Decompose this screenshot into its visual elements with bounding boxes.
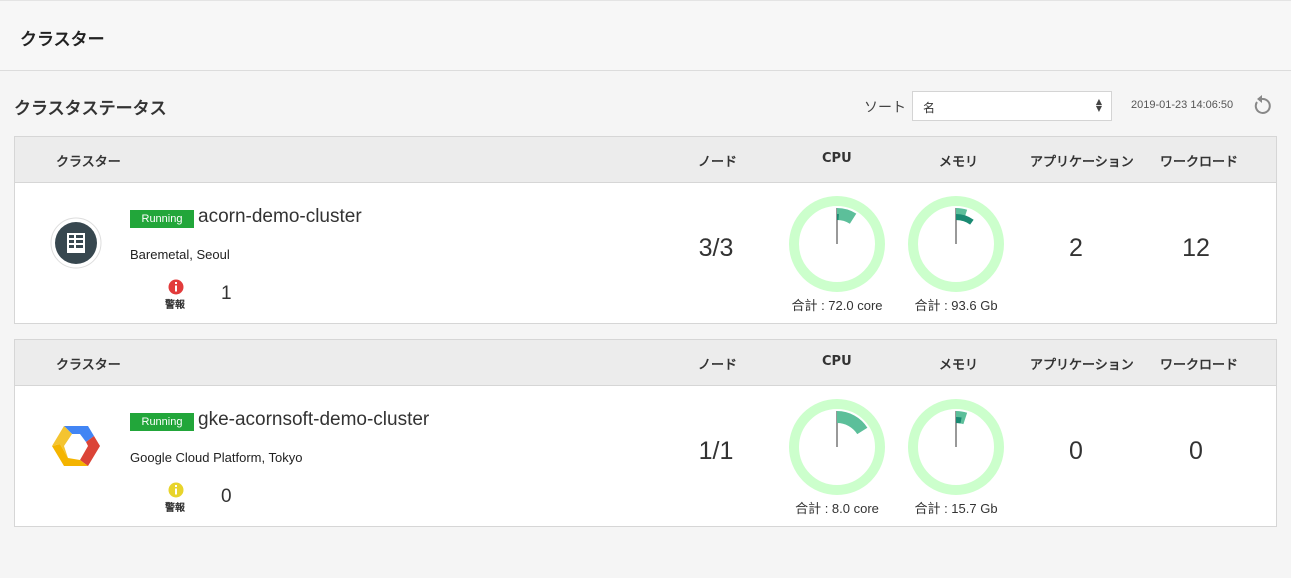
- cpu-total-caption: 合計 : 8.0 core: [795, 501, 879, 516]
- page-title: クラスター: [20, 30, 105, 50]
- page-header: クラスター: [0, 0, 1291, 71]
- memory-gauge: [908, 196, 1004, 292]
- workload-count: 0: [1189, 437, 1203, 465]
- cluster-table-header: クラスター ノード CPU メモリ アプリケーション ワークロード: [15, 137, 1276, 183]
- column-header-application: アプリケーション: [1030, 358, 1134, 373]
- gauge-primary-arc: [837, 208, 857, 224]
- workload-count: 12: [1182, 234, 1210, 262]
- column-header-cpu: CPU: [822, 354, 852, 369]
- section-title: クラスタステータス: [14, 99, 167, 119]
- column-header-workload: ワークロード: [1160, 155, 1239, 170]
- application-count: 2: [1069, 234, 1083, 262]
- column-header-node: ノード: [698, 358, 738, 373]
- select-arrows-icon: ▲ ▼: [1095, 97, 1102, 113]
- alert-label: 警報: [165, 503, 185, 514]
- alert-label: 警報: [165, 300, 185, 311]
- status-badge: Running: [130, 210, 194, 228]
- cpu-gauge: [789, 196, 885, 292]
- application-count: 0: [1069, 437, 1083, 465]
- cluster-card[interactable]: クラスター ノード CPU メモリ アプリケーション ワークロード Runnin…: [14, 136, 1277, 324]
- cpu-gauge: [789, 399, 885, 495]
- column-header-application: アプリケーション: [1030, 155, 1134, 170]
- cpu-total-caption: 合計 : 72.0 core: [791, 298, 883, 313]
- column-header-memory: メモリ: [939, 358, 979, 373]
- cluster-location: Baremetal, Seoul: [130, 247, 230, 262]
- cluster-location: Google Cloud Platform, Tokyo: [130, 450, 303, 465]
- sort-select-value: 名: [923, 101, 936, 115]
- memory-gauge: [908, 399, 1004, 495]
- memory-total-caption: 合計 : 15.7 Gb: [914, 501, 998, 516]
- baremetal-server-icon: [50, 217, 102, 269]
- memory-total-caption: 合計 : 93.6 Gb: [914, 298, 998, 313]
- status-badge: Running: [130, 413, 194, 431]
- column-header-cpu: CPU: [822, 151, 852, 166]
- node-count: 1/1: [698, 437, 734, 465]
- alert-count: 0: [221, 486, 232, 507]
- cluster-name[interactable]: acorn-demo-cluster: [198, 206, 362, 228]
- alert-count: 1: [221, 283, 232, 304]
- cluster-name[interactable]: gke-acornsoft-demo-cluster: [198, 409, 429, 431]
- gauge-secondary-arc: [956, 214, 974, 225]
- column-header-node: ノード: [698, 155, 738, 170]
- alert-icon: [168, 279, 184, 295]
- sort-label: ソート: [864, 100, 906, 116]
- alert-icon: [168, 482, 184, 498]
- column-header-memory: メモリ: [939, 155, 979, 170]
- google-cloud-platform-icon: [52, 426, 100, 466]
- refresh-icon[interactable]: [1251, 95, 1273, 117]
- column-header-workload: ワークロード: [1160, 358, 1239, 373]
- cluster-card[interactable]: クラスター ノード CPU メモリ アプリケーション ワークロード Runnin…: [14, 339, 1277, 527]
- column-header-cluster: クラスター: [56, 358, 121, 373]
- column-header-cluster: クラスター: [56, 155, 121, 170]
- last-updated-timestamp: 2019-01-23 14:06:50: [1131, 99, 1234, 111]
- sort-select[interactable]: 名 ▲ ▼: [912, 91, 1112, 121]
- node-count: 3/3: [698, 234, 734, 262]
- cluster-table-header: クラスター ノード CPU メモリ アプリケーション ワークロード: [15, 340, 1276, 386]
